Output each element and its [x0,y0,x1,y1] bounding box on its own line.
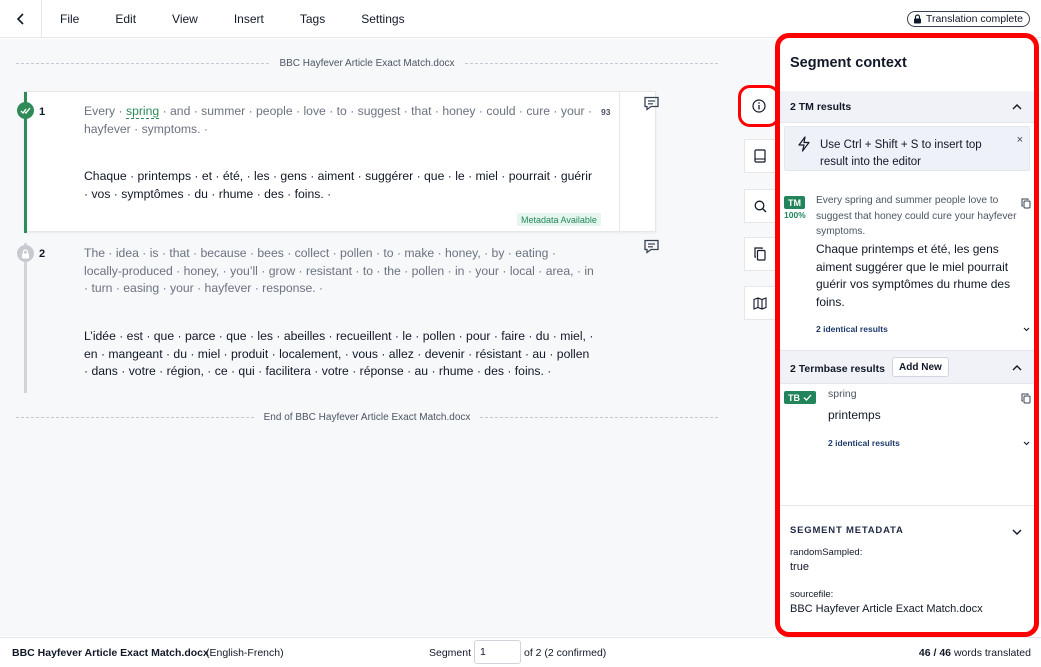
copy-icon[interactable] [1021,393,1031,404]
copy-icon[interactable] [1021,198,1031,209]
close-icon[interactable]: × [1017,134,1023,146]
footer-words-translated: 46 / 46 words translated [919,647,1031,659]
panel-title: Segment context [790,55,907,71]
metadata-available-badge: Metadata Available [517,213,601,226]
confirmed-icon [17,102,34,119]
footer-segment-label: Segment [429,647,472,659]
tm-source-text: Every spring and summer people love to s… [816,195,1017,237]
match-score: 93 [601,107,611,117]
target-text-editor[interactable]: L’idée · est · que · parce · que · les ·… [84,328,594,381]
tm-identical-results[interactable]: 2 identical results [816,324,888,334]
lock-icon [17,245,34,262]
termbase-results-title: 2 Termbase results [790,363,885,375]
segment-context-panel: Segment context 2 TM results Use Ctrl + … [775,33,1039,637]
chevron-up-icon[interactable] [1012,363,1022,373]
metadata-key: randomSampled: [790,547,863,558]
lightning-icon [798,136,810,152]
tb-tag-label: TB [788,392,800,403]
termbase-button[interactable] [744,139,775,173]
segment-row-2[interactable]: 2 The · idea · is · that · because · bee… [17,243,656,393]
term-highlight[interactable]: spring [125,104,160,119]
footer-language-pair: (English-French) [206,647,284,659]
status-bar: BBC Hayfever Article Exact Match.docx (E… [0,637,1041,667]
main-menu: File Edit View Insert Tags Settings [42,0,423,38]
back-button[interactable] [0,0,42,38]
menu-insert[interactable]: Insert [216,12,282,26]
chevron-down-icon[interactable] [1023,326,1030,333]
tb-identical-results[interactable]: 2 identical results [828,438,900,448]
comment-icon[interactable] [643,239,660,254]
metadata-value: true [790,561,809,573]
segment-status-bar [24,243,27,393]
search-button[interactable] [744,189,775,223]
copy-source-button[interactable] [744,237,775,271]
chevron-left-icon [16,13,24,25]
document-start-label: BBC Hayfever Article Exact Match.docx [279,57,455,69]
tm-tag: TM [784,196,805,209]
menu-tags[interactable]: Tags [282,12,343,26]
segment-metadata-header[interactable]: SEGMENT METADATA [790,525,904,536]
tb-tag: TB [784,391,816,404]
translation-status-badge: Translation complete [906,11,1030,27]
chevron-up-icon[interactable] [1012,102,1022,112]
target-text-editor[interactable]: Chaque · printemps · et · été, · les · g… [84,168,594,203]
tm-target-text[interactable]: Chaque printemps et été, les gens aiment… [816,241,1016,311]
source-text-part: · and · summer · people · love · to · su… [84,104,593,136]
info-icon [752,99,766,113]
map-button[interactable] [744,286,775,320]
book-icon [754,149,766,163]
segment-number: 2 [39,248,46,260]
lock-icon [913,14,921,24]
document-end-label: End of BBC Hayfever Article Exact Match.… [263,411,471,423]
tb-source-term: spring [828,388,857,400]
chevron-down-icon[interactable] [1012,527,1022,537]
document-end-marker: End of BBC Hayfever Article Exact Match.… [16,410,719,424]
segment-row-1[interactable]: 1 Every · spring · and · summer · people… [17,91,656,233]
comment-icon[interactable] [643,96,660,111]
translation-status-text: Translation complete [925,13,1023,25]
metadata-value: BBC Hayfever Article Exact Match.docx [790,603,983,615]
map-icon [753,296,767,310]
tm-match-percentage: 100% [784,210,806,220]
menu-file[interactable]: File [42,12,97,26]
menu-view[interactable]: View [154,12,216,26]
menu-settings[interactable]: Settings [343,12,422,26]
footer-file-name: BBC Hayfever Article Exact Match.docx [12,647,209,659]
segment-number-input[interactable] [474,640,521,664]
source-text[interactable]: Every · spring · and · summer · people ·… [84,103,594,138]
footer-segment-count: of 2 (2 confirmed) [524,647,607,659]
words-label: words translated [951,647,1031,659]
document-start-marker: BBC Hayfever Article Exact Match.docx [16,56,719,70]
hint-text: Use Ctrl + Shift + S to insert top resul… [820,139,982,168]
segment-context-button[interactable] [738,85,780,127]
search-icon [754,200,766,212]
check-icon [803,394,812,401]
source-text-part: Every · [84,104,126,118]
tb-target-term[interactable]: printemps [828,408,881,422]
menu-edit[interactable]: Edit [97,12,154,26]
source-text[interactable]: The · idea · is · that · because · bees … [84,245,594,298]
copy-icon [754,247,766,261]
tm-results-title: 2 TM results [790,101,852,113]
tm-results-header[interactable]: 2 TM results [780,91,1034,123]
insert-shortcut-hint: Use Ctrl + Shift + S to insert top resul… [784,126,1030,171]
segment-number: 1 [39,106,46,118]
editor-area: BBC Hayfever Article Exact Match.docx 1 … [0,39,775,636]
metadata-key: sourcefile: [790,589,834,600]
words-count: 46 / 46 [918,647,952,659]
add-new-button[interactable]: Add New [892,357,949,377]
chevron-down-icon[interactable] [1023,440,1030,447]
termbase-results-header[interactable]: 2 Termbase results Add New [780,350,1034,384]
